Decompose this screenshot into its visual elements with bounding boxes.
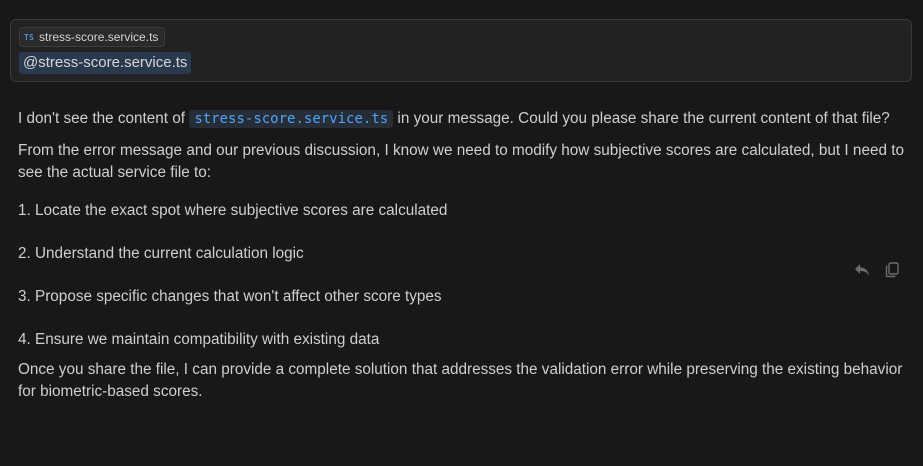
p1-text-after: in your message. Could you please share …	[393, 110, 890, 127]
copy-icon[interactable]	[883, 261, 901, 279]
user-message-bubble[interactable]: TS stress-score.service.ts @stress-score…	[10, 19, 912, 82]
list-item-3: 3. Propose specific changes that won't a…	[18, 288, 442, 305]
assistant-paragraph-2: From the error message and our previous …	[18, 142, 904, 181]
list-item-1: 1. Locate the exact spot where subjectiv…	[18, 202, 448, 219]
file-mention[interactable]: @stress-score.service.ts	[19, 52, 192, 74]
assistant-paragraph-3: Once you share the file, I can provide a…	[18, 361, 903, 400]
p1-text-before: I don't see the content of	[18, 110, 190, 127]
list-item-2: 2. Understand the current calculation lo…	[18, 245, 304, 262]
assistant-message: I don't see the content of stress-score.…	[18, 108, 913, 403]
message-actions	[853, 261, 901, 279]
inline-code-filename: stress-score.service.ts	[189, 110, 394, 128]
reply-icon[interactable]	[853, 261, 871, 279]
assistant-paragraph-1: I don't see the content of stress-score.…	[18, 108, 913, 130]
file-context-chip[interactable]: TS stress-score.service.ts	[19, 27, 166, 47]
file-chip-label: stress-score.service.ts	[39, 30, 159, 44]
list-item-4: 4. Ensure we maintain compatibility with…	[18, 331, 380, 348]
typescript-file-icon: TS	[24, 32, 35, 42]
